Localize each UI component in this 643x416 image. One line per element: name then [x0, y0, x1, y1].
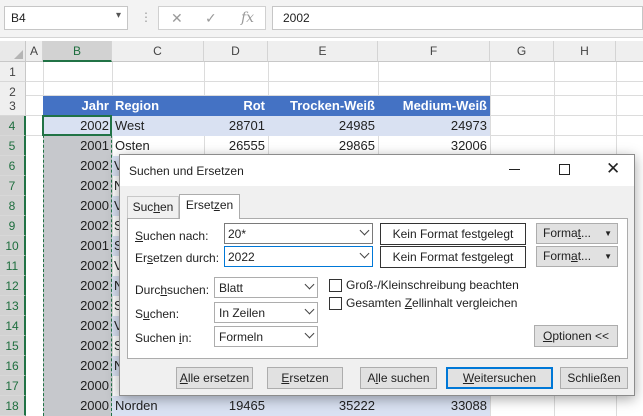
find-format-button[interactable]: Format... ▼ [536, 223, 618, 244]
name-box[interactable]: B4 ▾ [4, 6, 128, 30]
table-cell[interactable]: 32006 [378, 136, 490, 156]
search-order-select[interactable]: In Zeilen [214, 302, 318, 323]
replace-button[interactable]: Ersetzen [267, 367, 343, 389]
column-header-f[interactable]: F [378, 41, 490, 62]
close-button[interactable]: Schließen [560, 367, 628, 389]
options-button[interactable]: Optionen << [534, 325, 618, 347]
tab-find[interactable]: Suchen [127, 196, 179, 218]
chevron-down-icon[interactable] [354, 247, 372, 266]
table-cell[interactable]: 19465 [204, 396, 268, 416]
row-header[interactable]: 9 [0, 216, 26, 236]
table-cell[interactable]: 29865 [268, 136, 378, 156]
replace-input[interactable]: 2022 [224, 246, 373, 267]
row-header[interactable]: 1 [0, 62, 26, 82]
look-in-select[interactable]: Formeln [214, 326, 318, 347]
enter-icon[interactable]: ✓ [205, 10, 217, 27]
row-header[interactable]: 14 [0, 316, 26, 336]
replace-all-button[interactable]: Alle ersetzen [176, 367, 253, 389]
tab-replace[interactable]: Ersetzen [179, 194, 240, 219]
table-cell[interactable]: 35222 [268, 396, 378, 416]
row-header[interactable]: 3 [0, 96, 26, 116]
table-cell[interactable]: Osten [112, 136, 204, 156]
select-all-corner[interactable] [0, 41, 26, 62]
table-cell[interactable]: 24973 [378, 116, 490, 136]
match-entire-cell-label[interactable]: Gesamten Zellinhalt vergleichen [346, 296, 517, 310]
formula-buttons: ✕ ✓ fx [158, 6, 266, 30]
maximize-icon[interactable] [559, 164, 570, 175]
table-header-rot[interactable]: Rot [204, 96, 268, 116]
table-cell[interactable]: 26555 [204, 136, 268, 156]
look-in-label: Suchen in: [135, 331, 192, 345]
row-header[interactable]: 7 [0, 176, 26, 196]
row-header[interactable]: 13 [0, 296, 26, 316]
match-entire-cell-checkbox[interactable] [329, 297, 342, 310]
table-cell[interactable]: West [112, 116, 204, 136]
dialog-title: Suchen und Ersetzen [129, 164, 244, 178]
row-header[interactable]: 10 [0, 236, 26, 256]
replace-label: Ersetzen durch: [135, 251, 220, 265]
column-header-a[interactable]: A [26, 41, 43, 62]
name-box-value: B4 [11, 11, 26, 25]
row-header[interactable]: 11 [0, 256, 26, 276]
row-header[interactable]: 8 [0, 196, 26, 216]
formula-bar-splitter[interactable]: ⋮ [140, 10, 152, 24]
column-header-i[interactable] [616, 41, 643, 62]
selection-range [43, 115, 112, 416]
table-header-jahr[interactable]: Jahr [43, 96, 112, 116]
row-header[interactable]: 18 [0, 396, 26, 416]
row-header[interactable]: 6 [0, 156, 26, 176]
search-order-label: Suchen: [135, 307, 180, 321]
column-header-e[interactable]: E [268, 41, 378, 62]
find-all-button[interactable]: Alle suchen [360, 367, 437, 389]
table-cell[interactable]: 28701 [204, 116, 268, 136]
match-case-label[interactable]: Groß-/Kleinschreibung beachten [346, 278, 519, 292]
table-header-medium-weiss[interactable]: Medium-Weiß [378, 96, 490, 116]
replace-input-value: 2022 [228, 250, 255, 264]
dropdown-arrow-icon: ▼ [604, 252, 612, 261]
chevron-down-icon[interactable] [299, 278, 317, 297]
insert-function-icon[interactable]: fx [241, 10, 254, 26]
match-case-checkbox[interactable] [329, 279, 342, 292]
replace-format-preview: Kein Format festgelegt [380, 246, 526, 268]
table-header-region[interactable]: Region [112, 96, 204, 116]
active-cell[interactable] [42, 115, 112, 136]
chevron-down-icon[interactable] [299, 327, 317, 346]
table-cell[interactable]: 33088 [378, 396, 490, 416]
row-header[interactable]: 15 [0, 336, 26, 356]
chevron-down-icon[interactable]: ▾ [116, 10, 121, 21]
find-input[interactable]: 20* [224, 223, 373, 244]
chevron-down-icon[interactable] [354, 224, 372, 243]
table-header-trocken-weiss[interactable]: Trocken-Weiß [268, 96, 378, 116]
minimize-icon[interactable] [509, 169, 520, 170]
formula-input[interactable]: 2002 [272, 6, 643, 30]
row-header[interactable]: 17 [0, 376, 26, 396]
row-header[interactable]: 4 [0, 116, 26, 136]
find-replace-dialog: Suchen und Ersetzen ✕ Suchen Ersetzen Su… [119, 154, 635, 396]
within-label: Durchsuchen: [135, 283, 210, 297]
find-next-button[interactable]: Weitersuchen [446, 367, 553, 389]
formula-bar: B4 ▾ ⋮ ✕ ✓ fx 2002 [0, 0, 643, 38]
column-header-g[interactable]: G [490, 41, 554, 62]
column-header-h[interactable]: H [554, 41, 616, 62]
column-header-b[interactable]: B [43, 41, 112, 62]
cancel-icon[interactable]: ✕ [171, 10, 183, 27]
table-cell[interactable]: Norden [112, 396, 204, 416]
find-format-preview: Kein Format festgelegt [380, 223, 526, 245]
dialog-titlebar[interactable]: Suchen und Ersetzen ✕ [120, 155, 634, 186]
close-icon[interactable]: ✕ [606, 159, 620, 179]
dropdown-arrow-icon: ▼ [604, 229, 612, 238]
gridline [26, 81, 643, 82]
row-header[interactable]: 5 [0, 136, 26, 156]
row-header[interactable]: 16 [0, 356, 26, 376]
column-header-c[interactable]: C [112, 41, 204, 62]
chevron-down-icon[interactable] [299, 303, 317, 322]
find-input-value: 20* [228, 227, 247, 241]
row-header[interactable]: 12 [0, 276, 26, 296]
column-header-d[interactable]: D [204, 41, 268, 62]
table-cell[interactable]: 24985 [268, 116, 378, 136]
within-select[interactable]: Blatt [214, 277, 318, 298]
replace-format-button[interactable]: Format... ▼ [536, 246, 618, 267]
find-label: Suchen nach: [135, 229, 209, 243]
